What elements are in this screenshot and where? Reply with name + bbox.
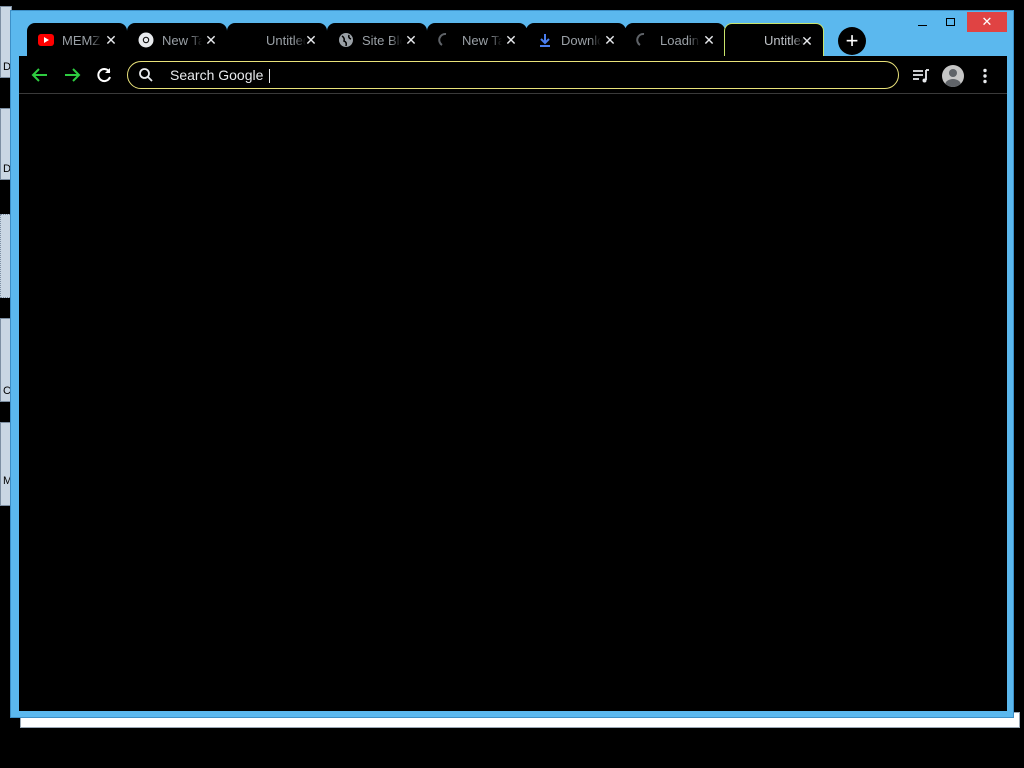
blank-icon — [736, 33, 752, 49]
media-control-button[interactable] — [909, 64, 933, 88]
close-tab-icon[interactable]: ✕ — [204, 33, 218, 47]
search-icon — [139, 68, 153, 82]
blank-icon — [238, 32, 254, 48]
back-button[interactable] — [29, 64, 51, 86]
tab-active[interactable]: Untitled ✕ — [724, 23, 824, 57]
download-icon — [537, 32, 553, 48]
chrome-icon — [138, 32, 154, 48]
toolbar — [19, 56, 1007, 94]
tab[interactable]: Untitled ✕ — [227, 23, 327, 57]
tab[interactable]: MEMZ ✕ — [27, 23, 127, 57]
close-tab-icon[interactable]: ✕ — [603, 33, 617, 47]
reload-button[interactable] — [93, 64, 115, 86]
profile-button[interactable] — [941, 64, 965, 88]
close-tab-icon[interactable]: ✕ — [702, 33, 716, 47]
tab-title: Loading — [660, 32, 700, 48]
page-content[interactable] — [19, 94, 1007, 711]
tab-strip: MEMZ ✕ New Tab ✕ Untitled ✕ Site Blocked… — [19, 23, 1007, 57]
tab-title: MEMZ — [62, 32, 101, 48]
new-tab-button[interactable]: + — [838, 27, 866, 55]
tab[interactable]: Site Blocked ✕ — [327, 23, 427, 57]
tab-title: Site Blocked — [362, 32, 402, 48]
media-queue-icon — [913, 69, 929, 83]
close-tab-icon[interactable]: ✕ — [800, 34, 814, 48]
browser-viewport — [19, 56, 1007, 711]
close-tab-icon[interactable]: ✕ — [304, 33, 318, 47]
tab[interactable]: Loading ✕ — [625, 23, 725, 57]
browser-window: ✕ MEMZ ✕ New Tab ✕ Untitled ✕ Site Block — [10, 10, 1014, 718]
loading-spinner-icon — [438, 32, 454, 48]
tab-title: New Tab — [462, 32, 502, 48]
tab-title: Untitled — [764, 33, 804, 48]
forward-button[interactable] — [61, 64, 83, 86]
omnibox-input[interactable] — [170, 67, 870, 83]
tab[interactable]: New Tab ✕ — [427, 23, 527, 57]
forward-arrow-icon — [65, 68, 81, 82]
menu-button[interactable] — [973, 64, 997, 88]
globe-icon — [338, 32, 354, 48]
more-vert-icon — [983, 68, 987, 84]
close-tab-icon[interactable]: ✕ — [504, 33, 518, 47]
tab-title: Untitled — [266, 32, 306, 48]
loading-spinner-icon — [636, 32, 652, 48]
back-arrow-icon — [31, 68, 47, 82]
close-tab-icon[interactable]: ✕ — [104, 33, 118, 47]
omnibox[interactable] — [127, 61, 899, 89]
avatar-icon — [942, 65, 964, 87]
tab-title: New Tab — [162, 32, 202, 48]
tab[interactable]: New Tab ✕ — [127, 23, 227, 57]
text-caret — [269, 69, 270, 83]
close-tab-icon[interactable]: ✕ — [404, 33, 418, 47]
reload-icon — [97, 68, 111, 83]
tab-title: Downloads — [561, 32, 601, 48]
tab[interactable]: Downloads ✕ — [526, 23, 626, 57]
youtube-icon — [38, 32, 54, 48]
